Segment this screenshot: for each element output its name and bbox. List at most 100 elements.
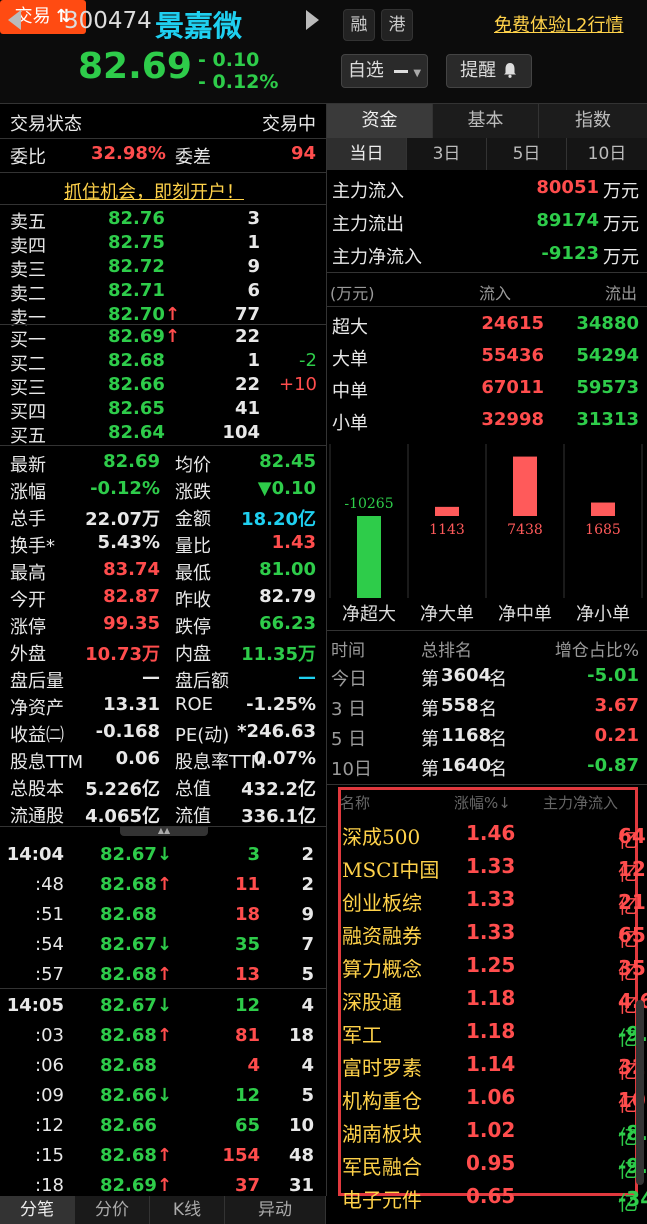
buy-level[interactable]: 买五 82.64 104 (0, 422, 326, 447)
sector-row[interactable]: 深成500 1.46 64.6亿 (338, 818, 647, 852)
tab-5day[interactable]: 5日 (487, 138, 567, 170)
sell-level[interactable]: 卖四 82.75 1 (0, 232, 326, 257)
stat-row: 最新 82.69 均价 82.45 (0, 449, 326, 476)
sector-row[interactable]: MSCI中国 1.33 128亿 (338, 851, 647, 885)
stat-value: -1.25% (246, 694, 316, 715)
book-volume: 1 (247, 350, 260, 371)
buy-level[interactable]: 买一 82.69 22 (0, 326, 326, 351)
stat-label: 跌停 (175, 617, 211, 638)
prev-stock-arrow-icon[interactable] (8, 10, 21, 30)
size-in-value: 55436 (481, 345, 544, 366)
tab-3day[interactable]: 3日 (407, 138, 487, 170)
sector-flow-unit: 亿 (618, 861, 638, 885)
stat-row: 流通股 4.065亿 流值 336.1亿 (0, 800, 326, 827)
next-stock-arrow-icon[interactable] (306, 10, 319, 30)
watchlist-button[interactable]: 自选 ▼ (341, 54, 428, 88)
sector-row[interactable]: 算力概念 1.25 35.0亿 (338, 950, 647, 984)
tick-row[interactable]: :57 82.68 13 5 (0, 960, 326, 990)
sell-level[interactable]: 卖三 82.72 9 (0, 256, 326, 281)
tick-row[interactable]: :54 82.67 35 7 (0, 930, 326, 960)
sector-row[interactable]: 军民融合 0.95 -9.31亿 (338, 1148, 647, 1182)
tick-time: :09 (35, 1085, 64, 1106)
tab-10day[interactable]: 10日 (567, 138, 647, 170)
alert-button[interactable]: 提醒 (446, 54, 532, 88)
tick-volume: 4 (247, 1055, 260, 1076)
buy-level[interactable]: 买四 82.65 41 (0, 398, 326, 423)
sector-row[interactable]: 电子元件 0.65 -34.0亿 (338, 1181, 647, 1215)
sector-row[interactable]: 机构重仓 1.06 10.1亿 (338, 1082, 647, 1116)
rank-ratio: -5.01 (587, 665, 639, 686)
tick-row[interactable]: :51 82.68 18 9 (0, 900, 326, 930)
tick-row[interactable]: 14:05 82.67 12 4 (0, 991, 326, 1021)
open-account-promo[interactable]: 抓住机会，即刻开户！ (0, 176, 326, 203)
sector-name: 富时罗素 (342, 1056, 422, 1080)
tick-count: 10 (288, 1115, 314, 1136)
stat-value: -0.168 (95, 721, 160, 742)
sector-flow-unit: 亿 (618, 1125, 638, 1149)
sell-level[interactable]: 卖一 82.70 77 (0, 304, 326, 329)
rank-prefix: 第 (421, 729, 439, 750)
price-change: - 0.10 (198, 49, 260, 71)
promo-link[interactable]: 抓住机会，即刻开户！ (64, 178, 244, 204)
rank-period: 3 日 (331, 699, 367, 720)
buy-level[interactable]: 买三 82.66 22 +10 (0, 374, 326, 399)
tick-row[interactable]: :09 82.66 12 5 (0, 1081, 326, 1111)
tab-capital[interactable]: 资金 (327, 104, 433, 138)
stat-value: 5.43% (97, 532, 160, 553)
book-price: 82.72 (108, 256, 165, 277)
collapse-handle-icon[interactable]: ▲▲ (120, 826, 208, 836)
sector-flow-header: 主力净流入 (542, 794, 618, 812)
stat-label: 昨收 (175, 590, 211, 611)
book-price: 82.69 (108, 326, 180, 347)
sector-flow-unit: 亿 (618, 960, 638, 984)
rank-row: 3 日 第 558 名 3.67 (327, 692, 647, 722)
stat-value: 10.73万 (85, 644, 160, 665)
tick-row[interactable]: :15 82.68 154 48 (0, 1141, 326, 1171)
tab-kline[interactable]: K线 (150, 1196, 225, 1224)
stat-value: 0.07% (253, 748, 316, 769)
stat-label: 净资产 (10, 698, 64, 719)
hk-connect-tag-button[interactable]: 港 (381, 9, 413, 41)
stat-row: 外盘 10.73万 内盘 11.35万 (0, 638, 326, 665)
sector-row[interactable]: 深股通 1.18 4.63亿 (338, 983, 647, 1017)
sector-pct: 1.18 (466, 986, 516, 1010)
stat-value: 82.69 (103, 451, 160, 472)
tick-row[interactable]: :12 82.66 65 10 (0, 1111, 326, 1141)
stat-label: 收益㈡ (10, 725, 64, 746)
sector-scrollbar[interactable] (636, 1000, 644, 1185)
tab-index[interactable]: 指数 (539, 104, 647, 138)
tab-ticks[interactable]: 分笔 (0, 1196, 75, 1224)
sector-row[interactable]: 融资融券 1.33 65.2亿 (338, 917, 647, 951)
stat-label: 股息率TTM (175, 752, 267, 773)
buy-level[interactable]: 买二 82.68 1 -2 (0, 350, 326, 375)
size-in-value: 32998 (481, 409, 544, 430)
stat-label: 最新 (10, 455, 46, 476)
bell-icon (503, 63, 516, 78)
l2-trial-link[interactable]: 免费体验L2行情 (494, 11, 623, 37)
margin-tag-button[interactable]: 融 (343, 9, 375, 41)
stat-label: 流值 (175, 806, 211, 827)
tick-row[interactable]: :06 82.68 4 4 (0, 1051, 326, 1081)
tab-anomaly[interactable]: 异动 (225, 1196, 326, 1224)
sell-level[interactable]: 卖五 82.76 3 (0, 208, 326, 233)
sector-name-header: 名称 (340, 794, 371, 812)
sector-row[interactable]: 湖南板块 1.02 -8.47亿 (338, 1115, 647, 1149)
tab-today[interactable]: 当日 (327, 138, 407, 170)
sector-flow-unit: 亿 (618, 894, 638, 918)
size-out-value: 31313 (576, 409, 639, 430)
chart-data-label: 7438 (507, 522, 543, 538)
stat-label: 总值 (175, 779, 211, 800)
tick-row[interactable]: :03 82.68 81 18 (0, 1021, 326, 1051)
sell-level[interactable]: 卖二 82.71 6 (0, 280, 326, 305)
sector-row[interactable]: 军工 1.18 -9.85亿 (338, 1016, 647, 1050)
stat-value: 336.1亿 (241, 806, 316, 827)
book-volume: 6 (247, 280, 260, 301)
tick-count: 2 (301, 874, 314, 895)
tab-price-volume[interactable]: 分价 (75, 1196, 150, 1224)
tick-row[interactable]: 14:04 82.67 3 2 (0, 840, 326, 870)
tick-row[interactable]: :48 82.68 11 2 (0, 870, 326, 900)
book-level-label: 买三 (10, 378, 46, 399)
tab-basic[interactable]: 基本 (433, 104, 539, 138)
sector-row[interactable]: 富时罗素 1.14 32.8亿 (338, 1049, 647, 1083)
sector-row[interactable]: 创业板综 1.33 21.4亿 (338, 884, 647, 918)
